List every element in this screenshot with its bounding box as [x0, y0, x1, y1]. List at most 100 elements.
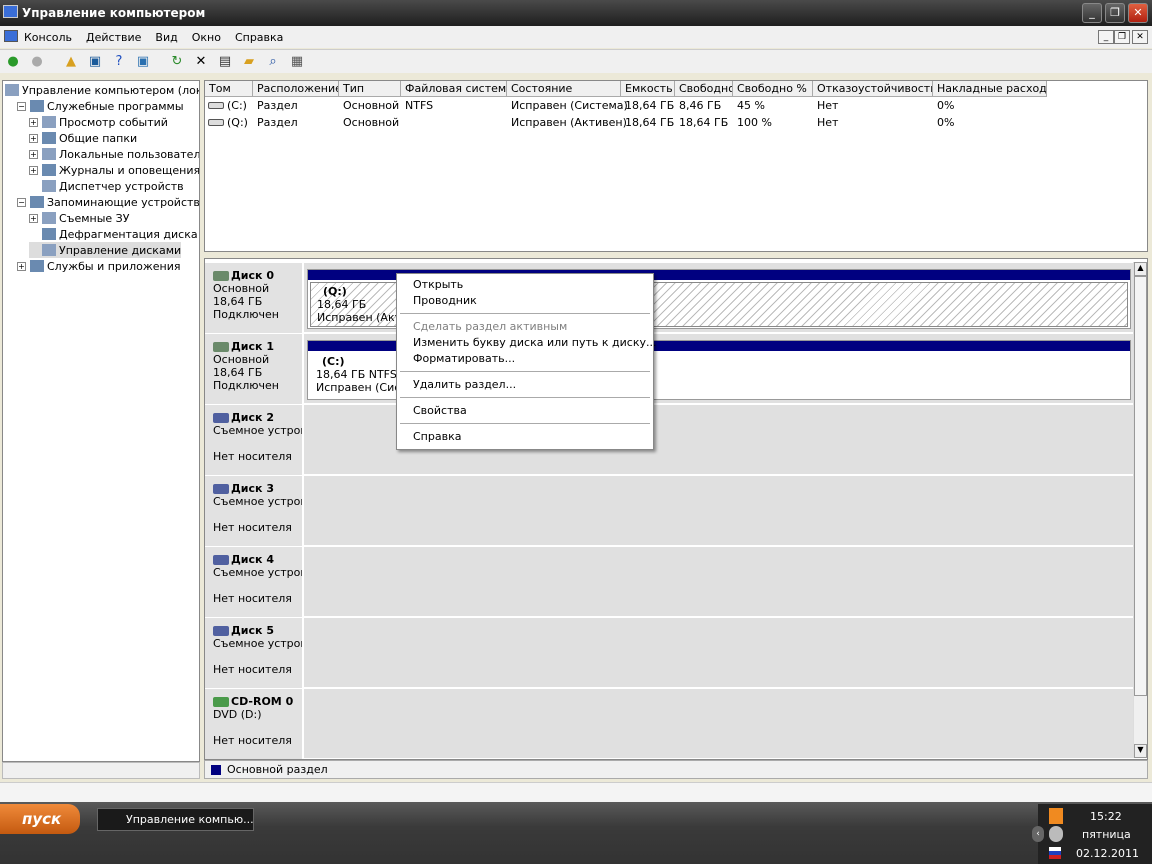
table-row[interactable]: (C:) Раздел Основной NTFS Исправен (Система)… [205, 98, 1047, 114]
column-header-6[interactable]: Свободно [675, 81, 733, 97]
column-header-2[interactable]: Тип [339, 81, 401, 97]
settings-icon[interactable]: ▦ [288, 53, 306, 71]
disk-l2: 18,64 ГБ [213, 366, 263, 379]
disk-l3: Подключен [213, 379, 279, 392]
menu-2[interactable]: Вид [155, 31, 177, 44]
menu-3[interactable]: Окно [192, 31, 221, 44]
computer-icon [5, 84, 19, 96]
column-header-1[interactable]: Расположение [253, 81, 339, 97]
hard-disk-icon [213, 341, 229, 352]
context-menu-item-1[interactable]: Проводник [413, 293, 477, 309]
volume-cell: (C:) [205, 98, 253, 114]
menu-separator [400, 397, 650, 398]
cell: 0% [937, 99, 955, 112]
menu-1[interactable]: Действие [86, 31, 141, 44]
disk-label[interactable]: Диск 4Съемное устройство Нет носителя [205, 547, 304, 617]
disk-label[interactable]: Диск 3Съемное устройство Нет носителя [205, 476, 304, 546]
disk-label[interactable]: Диск 5Съемное устройство Нет носителя [205, 618, 304, 688]
properties-icon[interactable]: ▤ [216, 53, 234, 71]
mdi-close-button[interactable]: ✕ [1132, 30, 1148, 44]
up-folder-icon[interactable]: ▲ [62, 53, 80, 71]
taskbar-item-computer-management[interactable]: Управление компью... [97, 808, 254, 831]
network-icon[interactable] [1049, 826, 1063, 842]
volume-cell: (Q:) [205, 115, 253, 131]
column-header-5[interactable]: Емкость [621, 81, 675, 97]
context-menu-item-4[interactable]: Изменить букву диска или путь к диску... [413, 335, 656, 351]
tree-item-6[interactable]: Диспетчер устройств [29, 178, 184, 194]
tree-item-5[interactable]: + Журналы и оповещения производительности [29, 162, 199, 178]
show-hide-tree-icon[interactable]: ▣ [86, 53, 104, 71]
tree-item-3[interactable]: + Общие папки [29, 130, 137, 146]
column-header-8[interactable]: Отказоустойчивость [813, 81, 933, 97]
table-row[interactable]: (Q:) Раздел Основной Исправен (Активен) 18,6… [205, 115, 1047, 131]
mdi-restore-button[interactable]: ❐ [1114, 30, 1130, 44]
expand-toggle[interactable]: − [17, 101, 26, 111]
help-icon[interactable]: ? [110, 53, 128, 71]
cell: 18,64 ГБ [679, 116, 729, 129]
tree-item-0[interactable]: Управление компьютером (локальным) [5, 82, 199, 98]
back-icon[interactable]: ● [4, 53, 22, 71]
column-header-0[interactable]: Том [205, 81, 253, 97]
expand-toggle[interactable]: + [17, 261, 26, 271]
tree-horizontal-scrollbar[interactable] [2, 762, 200, 779]
tree-item-1[interactable]: − Служебные программы [17, 98, 184, 114]
expand-toggle[interactable]: + [29, 117, 38, 127]
tree-item-9[interactable]: Дефрагментация диска [29, 226, 198, 242]
show-hidden-icons-button[interactable]: ‹ [1032, 826, 1044, 842]
close-button[interactable]: ✕ [1128, 3, 1148, 23]
column-header-7[interactable]: Свободно % [733, 81, 813, 97]
forward-icon[interactable]: ● [28, 53, 46, 71]
start-button[interactable]: пуск [0, 804, 80, 834]
legend: Основной раздел [204, 760, 1148, 779]
maximize-button[interactable]: ❐ [1105, 3, 1125, 23]
tree-item-7[interactable]: − Запоминающие устройства [17, 194, 199, 210]
tree-item-10[interactable]: Управление дисками [29, 242, 182, 258]
tree-item-4[interactable]: + Локальные пользователи [29, 146, 200, 162]
tree-item-label: Локальные пользователи [59, 147, 200, 161]
column-header-3[interactable]: Файловая система [401, 81, 507, 97]
expand-toggle[interactable]: + [29, 133, 38, 143]
search-icon[interactable]: ⌕ [264, 53, 282, 71]
disk-name-text: CD-ROM 0 [231, 695, 294, 708]
context-menu-item-7[interactable]: Удалить раздел... [413, 377, 516, 393]
column-header-4[interactable]: Состояние [507, 81, 621, 97]
disk-l1: Съемное устройство [213, 637, 302, 650]
expand-toggle[interactable]: + [29, 165, 38, 175]
delete-icon[interactable]: ✕ [192, 53, 210, 71]
volume-name: (Q:) [227, 116, 248, 129]
shared-folders-icon [42, 132, 56, 144]
expand-toggle[interactable]: + [29, 149, 38, 159]
refresh-icon[interactable]: ↻ [168, 53, 186, 71]
disk-name: Диск 2 [213, 411, 302, 424]
toolbar: ● ● ▲ ▣? ▣ ↻ ✕ ▤ ▰ ⌕ ▦ [0, 49, 1152, 73]
disk-view-scrollbar[interactable]: ▲ ▼ [1133, 262, 1147, 758]
tree-item-11[interactable]: + Службы и приложения [17, 258, 180, 274]
disk-label[interactable]: CD-ROM 0 DVD (D:) Нет носителя [205, 689, 304, 759]
cell: Нет [817, 116, 839, 129]
context-menu-item-11[interactable]: Справка [413, 429, 461, 445]
context-menu-item-5[interactable]: Форматировать... [413, 351, 515, 367]
expand-toggle[interactable]: − [17, 197, 26, 207]
disk-label[interactable]: Диск 2Съемное устройство Нет носителя [205, 405, 304, 475]
tree-item-8[interactable]: + Съемные ЗУ [29, 210, 129, 226]
expand-toggle[interactable]: + [29, 213, 38, 223]
minimize-button[interactable]: _ [1082, 3, 1102, 23]
disk-name: Диск 4 [213, 553, 302, 566]
mdi-minimize-button[interactable]: _ [1098, 30, 1114, 44]
disk-label[interactable]: Диск 0 Основной 18,64 ГБ Подключен [205, 263, 304, 333]
language-flag-icon[interactable] [1049, 847, 1061, 859]
tree-item-2[interactable]: + Просмотр событий [29, 114, 168, 130]
disk-label[interactable]: Диск 1 Основной 18,64 ГБ Подключен [205, 334, 304, 404]
cell: Исправен (Активен) [511, 116, 627, 129]
context-menu-item-9[interactable]: Свойства [413, 403, 467, 419]
media-player-icon[interactable] [1049, 808, 1063, 824]
new-window-icon[interactable]: ▣ [134, 53, 152, 71]
removable-storage-icon [42, 212, 56, 224]
menu-0[interactable]: Консоль [24, 31, 72, 44]
disk-row: Диск 4Съемное устройство Нет носителя [205, 547, 1133, 617]
context-menu-item-0[interactable]: Открыть [413, 277, 463, 293]
column-header-9[interactable]: Накладные расходы [933, 81, 1047, 97]
open-icon[interactable]: ▰ [240, 53, 258, 71]
menu-4[interactable]: Справка [235, 31, 283, 44]
clock-time[interactable]: 15:22 [1090, 810, 1122, 823]
